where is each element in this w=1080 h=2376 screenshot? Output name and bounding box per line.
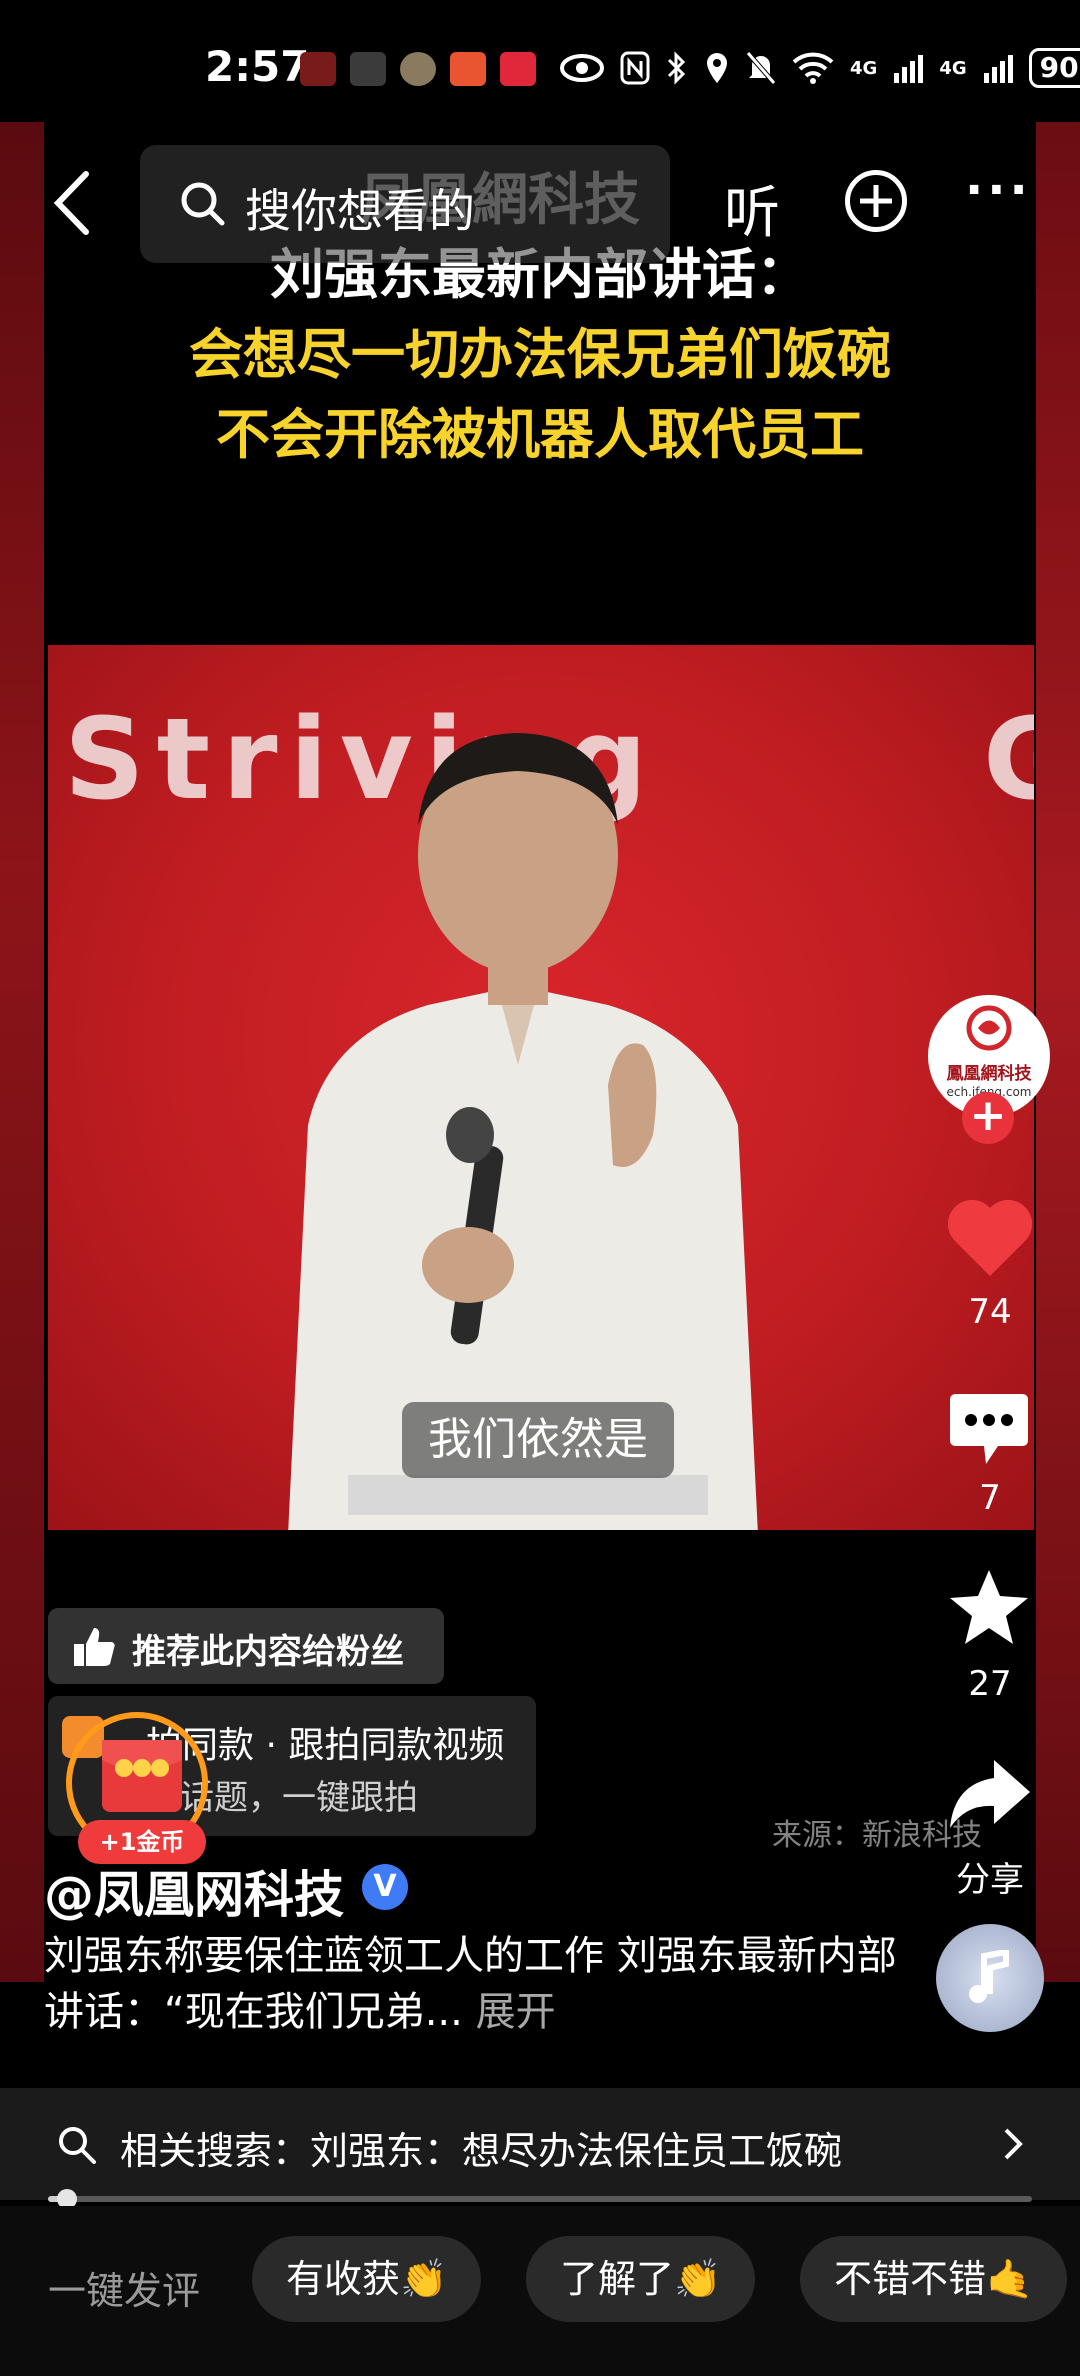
headline-line-3: 不会开除被机器人取代员工 bbox=[216, 403, 864, 466]
follow-button[interactable]: + bbox=[962, 1092, 1014, 1144]
quick-comment-bar: 一键发评 有收获👏 了解了👏 不错不错🤙 bbox=[0, 2206, 1080, 2376]
network-type-2: 4G bbox=[939, 57, 967, 79]
quick-comment-chip[interactable]: 有收获👏 bbox=[252, 2236, 482, 2322]
video-source: 来源：新浪科技 bbox=[772, 1818, 982, 1853]
profile-app-icon bbox=[400, 52, 436, 86]
alarm-app-icon bbox=[450, 52, 486, 86]
network-type-1: 4G bbox=[850, 57, 878, 79]
add-icon[interactable] bbox=[845, 170, 907, 232]
comment-icon[interactable] bbox=[946, 1390, 1032, 1470]
verified-badge: V bbox=[362, 1864, 408, 1910]
app-notification-icon bbox=[300, 52, 336, 86]
search-icon bbox=[59, 2127, 96, 2164]
search-icon bbox=[181, 182, 225, 226]
channel-watermark: 凤凰網科技 bbox=[360, 168, 640, 233]
location-icon bbox=[707, 53, 727, 83]
chevron-right-icon bbox=[1004, 2128, 1023, 2160]
status-bar: 2:57 4G 4G 90 bbox=[0, 0, 1080, 122]
wifi-icon bbox=[792, 52, 834, 84]
eye-icon bbox=[560, 54, 604, 82]
playback-progress-bar[interactable] bbox=[48, 2189, 1032, 2209]
video-headline: 刘强东最新内部讲话： 会想尽一切办法保兄弟们饭碗 不会开除被机器人取代员工 bbox=[0, 235, 1080, 475]
backdrop-text-2: G bbox=[983, 695, 1034, 825]
star-icon[interactable] bbox=[946, 1566, 1032, 1648]
description-text: 刘强东称要保住蓝领工人的工作 刘强东最新内部讲话：“现在我们兄弟... bbox=[44, 1933, 897, 2035]
quick-comment-label: 一键发评 bbox=[48, 2269, 201, 2313]
music-note-icon bbox=[969, 1950, 1009, 2003]
back-arrow-icon[interactable] bbox=[48, 168, 98, 238]
avatar-text: 鳳凰網科技 bbox=[946, 1064, 1032, 1084]
share-label: 分享 bbox=[956, 1860, 1024, 1900]
thumbs-up-icon bbox=[74, 1628, 115, 1666]
video-frame: Striving G bbox=[48, 645, 1034, 1530]
status-time: 2:57 bbox=[205, 42, 310, 91]
comment-count: 7 bbox=[979, 1478, 1001, 1518]
mute-icon bbox=[746, 51, 776, 85]
headline-line-2: 会想尽一切办法保兄弟们饭碗 bbox=[189, 323, 891, 386]
phoenix-logo-icon bbox=[966, 1005, 1012, 1051]
battery-indicator: 90 bbox=[1028, 48, 1080, 88]
listen-button[interactable]: 听 bbox=[724, 168, 780, 249]
nfc-icon bbox=[620, 51, 650, 85]
quick-comment-chip[interactable]: 不错不错🤙 bbox=[800, 2236, 1068, 2322]
expand-link[interactable]: 展开 bbox=[476, 1989, 556, 2035]
music-disc[interactable] bbox=[936, 1924, 1044, 2032]
bluetooth-icon bbox=[667, 51, 686, 85]
more-options-icon[interactable]: ··· bbox=[965, 166, 1032, 214]
related-search-text: 相关搜索：刘强东：想尽办法保住员工饭碗 bbox=[120, 2129, 843, 2173]
red-app-icon bbox=[500, 52, 536, 86]
video-subtitle: 我们依然是 bbox=[402, 1402, 674, 1478]
recommend-label: 推荐此内容给粉丝 bbox=[132, 1632, 404, 1672]
heart-icon[interactable] bbox=[946, 1198, 1034, 1278]
author-name[interactable]: @凤凰网科技 bbox=[44, 1855, 344, 1927]
signal-icon-1 bbox=[894, 55, 924, 83]
quick-comment-chip[interactable]: 了解了👏 bbox=[526, 2236, 756, 2322]
signal-icon-2 bbox=[983, 55, 1013, 83]
recommend-to-fans-button[interactable]: 推荐此内容给粉丝 bbox=[48, 1608, 444, 1684]
post-description[interactable]: 刘强东称要保住蓝领工人的工作 刘强东最新内部讲话：“现在我们兄弟... 展开 bbox=[44, 1928, 904, 2040]
shield-app-icon bbox=[350, 52, 386, 86]
notification-icons bbox=[300, 52, 536, 86]
system-icons: 4G 4G 90 bbox=[560, 48, 1080, 88]
favorite-count: 27 bbox=[968, 1664, 1012, 1704]
like-count: 74 bbox=[968, 1292, 1012, 1332]
related-search-bar[interactable]: 相关搜索：刘强东：想尽办法保住员工饭碗 bbox=[0, 2088, 1080, 2200]
red-envelope-icon bbox=[102, 1740, 182, 1812]
